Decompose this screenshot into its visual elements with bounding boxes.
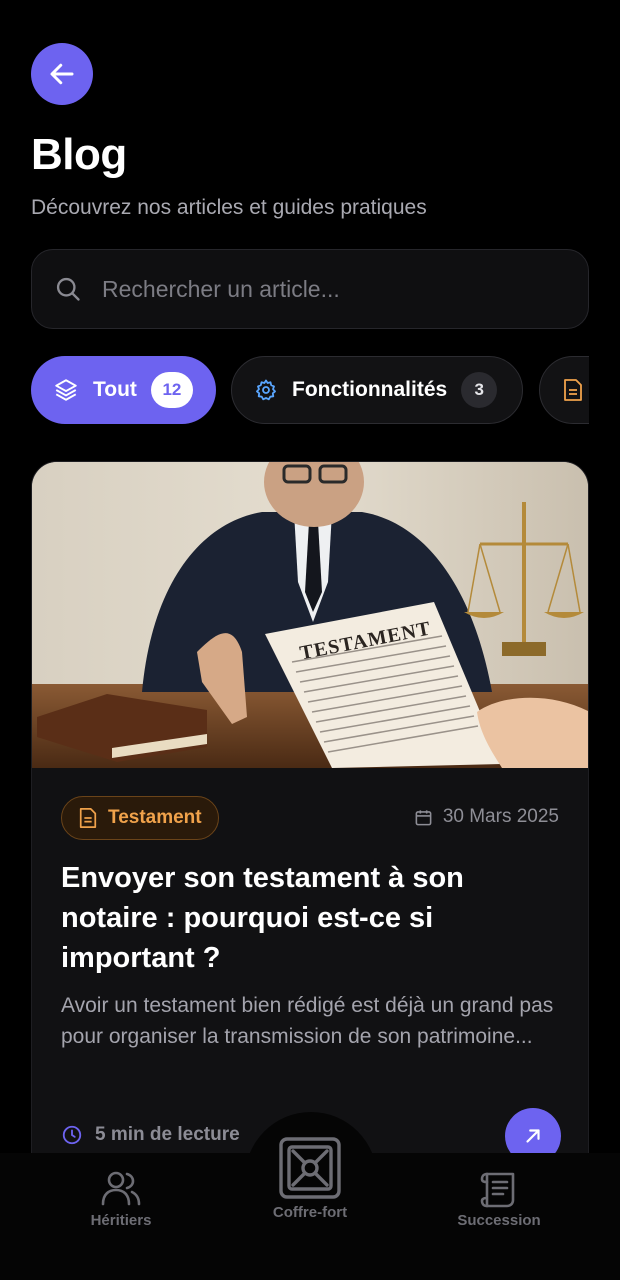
read-time: 5 min de lecture [61,1124,240,1146]
gear-icon [256,379,276,401]
nav-safe-label: Coffre-fort [272,1204,348,1221]
article-date: 30 Mars 2025 [414,806,559,828]
category-chip-count: 12 [150,372,193,408]
document-icon [564,379,582,401]
scroll-icon [480,1172,515,1208]
category-badge-label: Testament [108,807,202,828]
search-icon [56,277,80,301]
category-chip-all[interactable]: Tout 12 [31,356,216,424]
nav-heirs-label: Héritiers [90,1212,152,1229]
users-icon [101,1171,141,1206]
article-title[interactable]: Envoyer son testament à son notaire : po… [61,858,541,978]
article-image: TESTAMENT [32,462,588,768]
category-chip-count: 3 [461,372,498,408]
article-date-text: 30 Mars 2025 [442,806,559,827]
nav-succession-label: Succession [457,1212,541,1229]
search-bar[interactable] [31,249,589,329]
back-button[interactable] [31,43,93,105]
read-time-text: 5 min de lecture [95,1124,240,1145]
category-chip-testament[interactable] [539,356,589,424]
category-filter-list: Tout 12 Fonctionnalités 3 [31,356,589,425]
article-card[interactable]: TESTAMENT Testament 30 Mars 2025 Envoyer… [31,461,589,1221]
clock-icon [62,1125,82,1145]
search-input[interactable] [102,275,522,303]
layers-icon [55,379,77,401]
nav-safe[interactable]: Coffre-fort [255,1136,365,1221]
category-chip-label: Tout [93,378,137,401]
calendar-icon [415,809,432,825]
arrow-up-right-icon [526,1129,540,1143]
page-subtitle: Découvrez nos articles et guides pratiqu… [31,196,427,219]
article-excerpt: Avoir un testament bien rédigé est déjà … [61,994,554,1048]
safe-icon [279,1137,341,1199]
nav-succession[interactable]: Succession [450,1170,548,1229]
page-title: Blog [31,130,127,179]
category-chip-features[interactable]: Fonctionnalités 3 [231,356,523,424]
category-chip-label: Fonctionnalités [292,378,448,401]
document-icon [79,808,97,828]
nav-heirs[interactable]: Héritiers [80,1170,162,1229]
category-badge: Testament [61,796,219,840]
arrow-left-icon [50,63,74,85]
